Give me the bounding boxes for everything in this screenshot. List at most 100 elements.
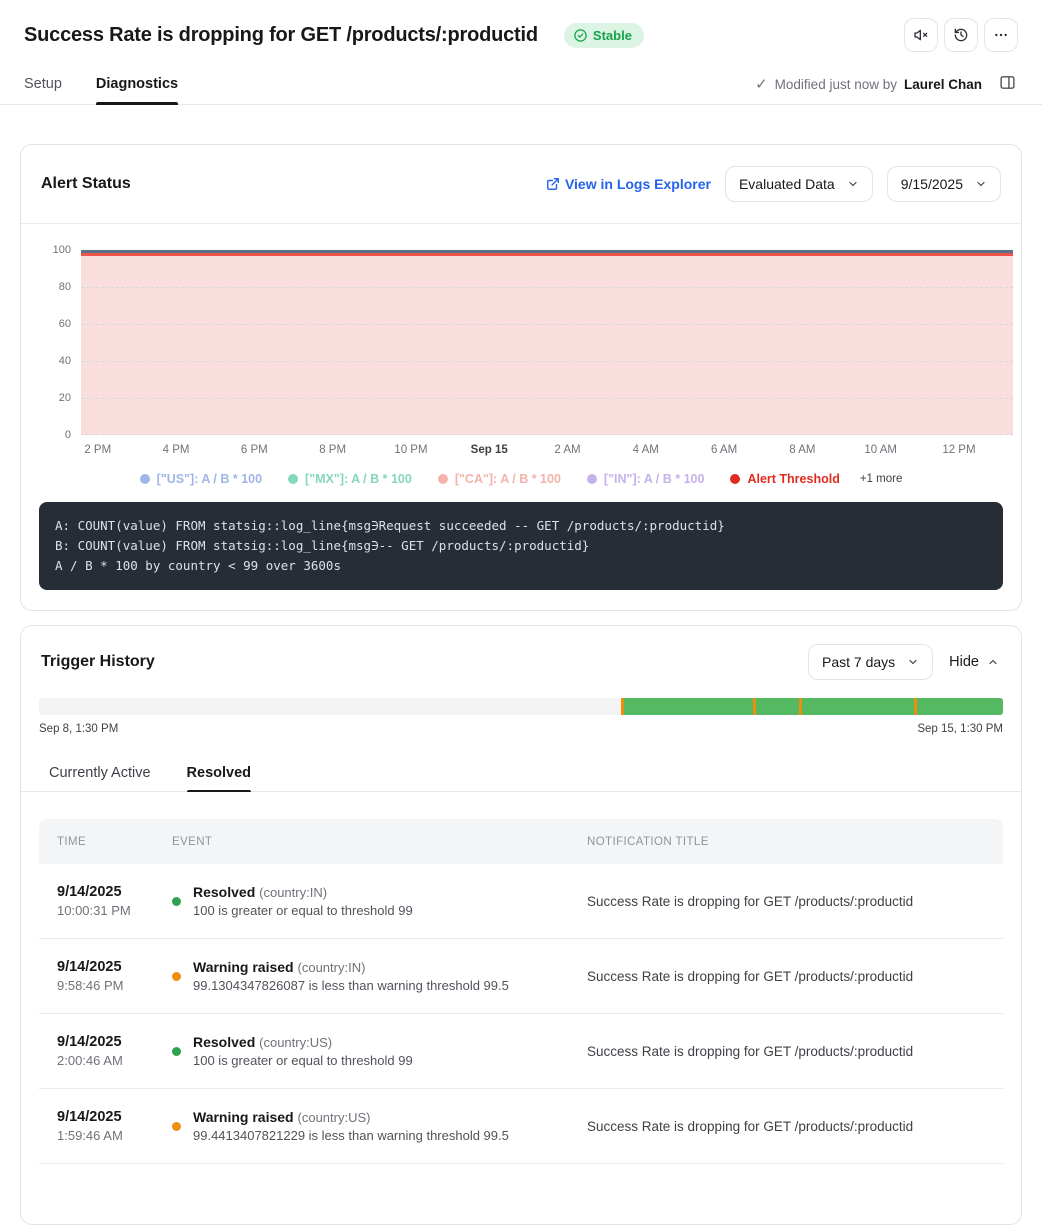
event-name: Warning raised (country:US)	[193, 1109, 509, 1125]
history-button[interactable]	[944, 18, 978, 52]
timeline-active-segment	[622, 698, 1003, 715]
status-badge-label: Stable	[593, 28, 632, 43]
time-cell: 9/14/20259:58:46 PM	[39, 959, 167, 993]
x-tick-label: 8 PM	[319, 444, 346, 456]
legend-item[interactable]: ["MX"]: A / B * 100	[288, 472, 412, 486]
y-tick-label: 40	[59, 355, 71, 367]
x-tick-label: 10 PM	[394, 444, 427, 456]
event-cell: Warning raised (country:IN)99.1304347826…	[167, 959, 587, 993]
mute-button[interactable]	[904, 18, 938, 52]
event-date: 9/14/2025	[57, 1034, 167, 1050]
query-code-block: A: COUNT(value) FROM statsig::log_line{m…	[39, 502, 1003, 590]
y-tick-label: 100	[53, 244, 71, 256]
y-tick-label: 20	[59, 392, 71, 404]
ellipsis-icon	[993, 27, 1009, 43]
more-button[interactable]	[984, 18, 1018, 52]
legend-more-label: +1 more	[860, 473, 903, 485]
table-row[interactable]: 9/14/2025 2:00:46 AMResolved (country:US)…	[39, 1014, 1003, 1089]
notification-title-cell: Success Rate is dropping for GET /produc…	[587, 894, 1003, 909]
timeline-labels: Sep 8, 1:30 PM Sep 15, 1:30 PM	[39, 723, 1003, 735]
x-tick-label: 2 PM	[84, 444, 111, 456]
legend-dot-icon	[438, 474, 448, 484]
title-row: Success Rate is dropping for GET /produc…	[0, 0, 1042, 64]
event-scope: (country:IN)	[298, 960, 366, 975]
resolved-dot-icon	[172, 897, 181, 906]
chart-x-axis: 2 PM4 PM6 PM8 PM10 PMSep 152 AM4 AM6 AM8…	[81, 444, 1013, 460]
legend-item[interactable]: ["CA"]: A / B * 100	[438, 472, 561, 486]
event-cell: Warning raised (country:US) 99.4413407821…	[167, 1109, 587, 1143]
x-tick-label: 4 AM	[633, 444, 659, 456]
table-row[interactable]: 9/14/2025 10:00:31 PM Resolved (country:IN…	[39, 864, 1003, 939]
event-time: 2:00:46 AM	[57, 1053, 167, 1068]
gridline	[81, 287, 1013, 288]
logs-link-label: View in Logs Explorer	[565, 176, 711, 192]
date-dropdown-label: 9/15/2025	[901, 176, 963, 192]
panel-toggle-button[interactable]	[997, 72, 1018, 96]
legend-item[interactable]: ["US"]: A / B * 100	[140, 472, 262, 486]
alert-threshold-line	[81, 253, 1013, 256]
page-title: Success Rate is dropping for GET /produc…	[24, 24, 538, 47]
time-cell: 9/14/20251:59:46 AM	[39, 1109, 167, 1143]
trigger-tabs: Currently Active Resolved	[21, 755, 1021, 792]
chart-y-axis: 020406080100	[35, 250, 75, 435]
gridline	[81, 434, 1013, 435]
y-tick-label: 80	[59, 281, 71, 293]
event-detail: 100 is greater or equal to threshold 99	[193, 903, 413, 918]
hide-button[interactable]: Hide	[947, 648, 1001, 676]
event-name: Warning raised (country:IN)	[193, 959, 509, 975]
resolved-dot-icon	[172, 1047, 181, 1056]
legend-item[interactable]: Alert Threshold	[730, 472, 839, 486]
tab-setup[interactable]: Setup	[24, 64, 62, 104]
status-badge: Stable	[564, 23, 644, 48]
tab-bar: Setup Diagnostics ✓ Modified just now by…	[0, 64, 1042, 105]
event-cell: Resolved (country:US)100 is greater or e…	[167, 1034, 587, 1068]
view-in-logs-explorer-link[interactable]: View in Logs Explorer	[546, 176, 711, 192]
timeline-end-label: Sep 15, 1:30 PM	[917, 723, 1003, 735]
header-actions	[904, 18, 1018, 52]
event-table: TIMEEVENTNOTIFICATION TITLE 9/14/2025 10:0…	[39, 819, 1003, 1164]
table-header-row: TIMEEVENTNOTIFICATION TITLE	[39, 819, 1003, 864]
timeline-warning-marker	[753, 698, 756, 715]
chart-plot-area	[81, 250, 1013, 435]
event-text: Warning raised (country:US) 99.4413407821…	[193, 1109, 509, 1143]
table-row[interactable]: 9/14/20259:58:46 PMWarning raised (count…	[39, 939, 1003, 1014]
warning-dot-icon	[172, 1122, 181, 1131]
event-detail: 100 is greater or equal to threshold 99	[193, 1053, 413, 1068]
event-time: 1:59:46 AM	[57, 1128, 167, 1143]
range-dropdown[interactable]: Past 7 days	[808, 644, 933, 680]
volume-mute-icon	[913, 27, 929, 43]
trigger-timeline[interactable]	[39, 698, 1003, 715]
chevron-down-icon	[907, 656, 919, 668]
tab-currently-active[interactable]: Currently Active	[49, 755, 151, 791]
event-name: Resolved (country:IN)	[193, 884, 413, 900]
event-time: 10:00:31 PM	[57, 903, 167, 918]
trigger-history-title: Trigger History	[41, 653, 155, 671]
tab-resolved[interactable]: Resolved	[187, 755, 251, 791]
table-row[interactable]: 9/14/20251:59:46 AM Warning raised (count…	[39, 1089, 1003, 1164]
tab-diagnostics[interactable]: Diagnostics	[96, 64, 178, 104]
alert-status-controls: View in Logs Explorer Evaluated Data 9/1…	[546, 166, 1001, 202]
hide-button-label: Hide	[949, 654, 979, 670]
event-detail: 99.4413407821229 is less than warning th…	[193, 1128, 509, 1143]
event-date: 9/14/2025	[57, 884, 167, 900]
check-icon: ✓	[755, 75, 768, 93]
legend-label: ["IN"]: A / B * 100	[604, 472, 705, 486]
evaluated-data-dropdown[interactable]: Evaluated Data	[725, 166, 873, 202]
range-dropdown-label: Past 7 days	[822, 654, 895, 670]
time-cell: 9/14/2025 2:00:46 AM	[39, 1034, 167, 1068]
chevron-down-icon	[975, 178, 987, 190]
gridline	[81, 398, 1013, 399]
x-tick-label: 10 AM	[864, 444, 897, 456]
legend-item[interactable]: ["IN"]: A / B * 100	[587, 472, 705, 486]
gridline	[81, 324, 1013, 325]
x-tick-label: 6 AM	[711, 444, 737, 456]
event-scope: (country:IN)	[259, 885, 327, 900]
event-date: 9/14/2025	[57, 959, 167, 975]
date-dropdown[interactable]: 9/15/2025	[887, 166, 1001, 202]
modified-by: Laurel Chan	[904, 77, 982, 92]
event-text: Resolved (country:IN) 100 is greater or e…	[193, 884, 413, 918]
history-icon	[953, 27, 969, 43]
legend-dot-icon	[587, 474, 597, 484]
gridline	[81, 361, 1013, 362]
event-scope: (country:US)	[259, 1035, 332, 1050]
